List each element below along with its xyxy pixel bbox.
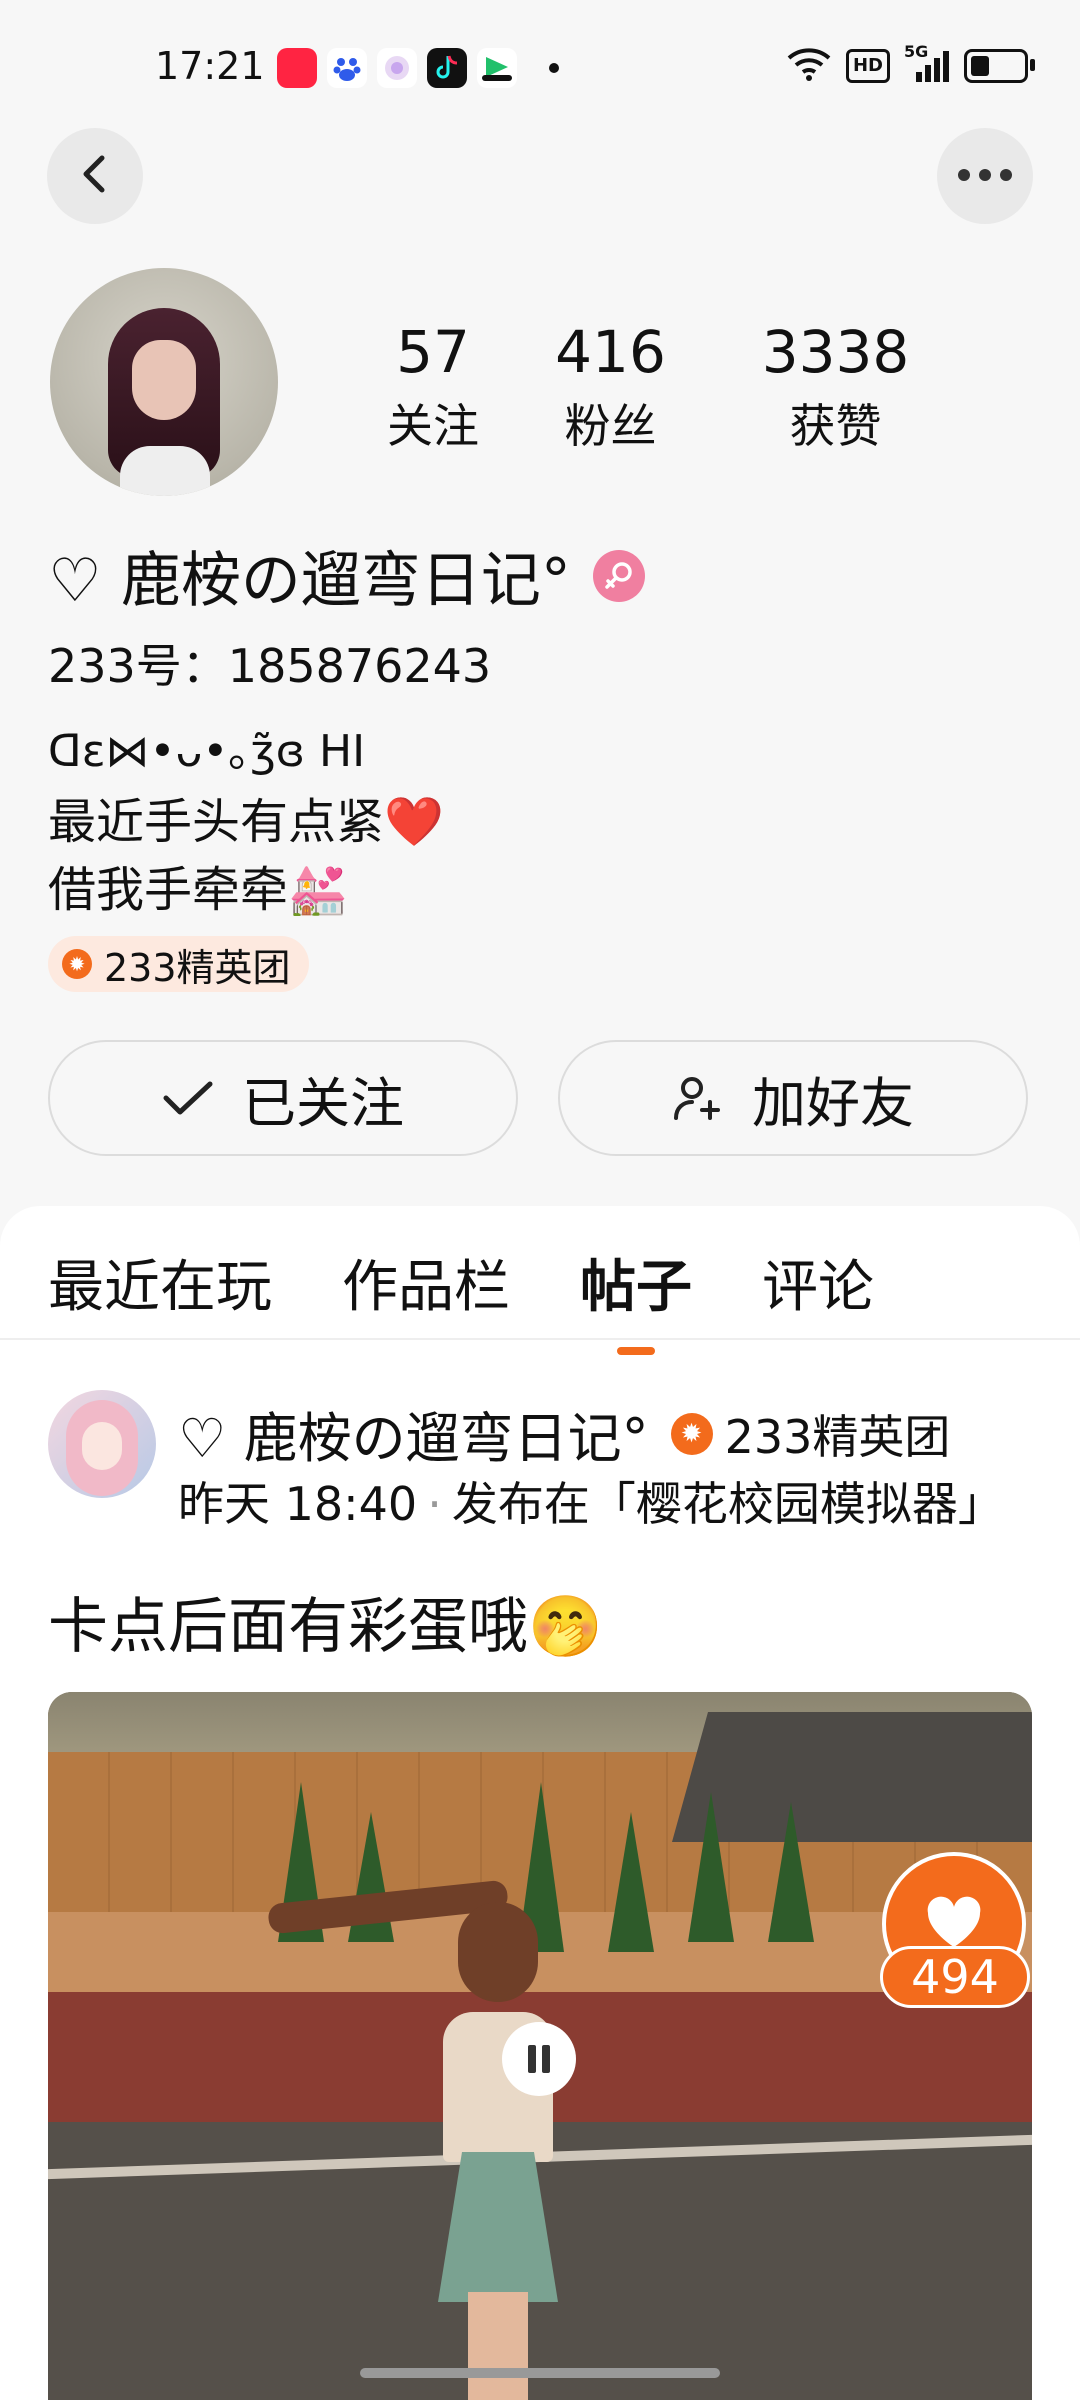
more-dots-icon [957, 167, 1013, 186]
heart-icon [924, 1895, 984, 1953]
video-app-icon [477, 48, 517, 88]
checkmark-icon [162, 1078, 214, 1118]
like-count: 494 [880, 1946, 1030, 2008]
battery-level [971, 56, 989, 76]
follow-label: 已关注 [242, 1071, 404, 1135]
system-icons: HD 5G [786, 42, 1035, 86]
home-indicator[interactable] [360, 2368, 720, 2378]
post-author: ♡ 鹿桉の遛弯日记° ✹ 233精英团 [178, 1394, 950, 1473]
stat-followers[interactable]: 416 粉丝 [498, 318, 723, 456]
post-author-avatar[interactable] [48, 1390, 156, 1498]
tab-posts[interactable]: 帖子 [580, 1242, 692, 1323]
profile-stats: 57 关注 416 粉丝 3338 获赞 [368, 318, 948, 456]
more-notifications-dot [549, 63, 559, 73]
pause-button[interactable] [502, 2022, 576, 2096]
profile-nickname: ♡ 鹿桉の遛弯日记° [48, 532, 645, 619]
pause-icon [525, 2045, 553, 2073]
bio-line: 借我手牵牵💒 [48, 862, 348, 918]
elite-group-tag[interactable]: ✹ 233精英团 [48, 936, 309, 992]
back-button[interactable] [47, 128, 143, 224]
wifi-icon [786, 46, 832, 86]
stat-label: 关注 [387, 399, 479, 453]
battery-icon [964, 49, 1035, 83]
post-video[interactable] [48, 1692, 1032, 2400]
tiktok-icon [427, 48, 467, 88]
elite-tag-label: 233精英团 [104, 945, 291, 990]
bio-line: 最近手头有点紧❤️ [48, 794, 444, 850]
followed-button[interactable]: 已关注 [48, 1040, 518, 1156]
more-options-button[interactable] [937, 128, 1033, 224]
baidu-icon [327, 48, 367, 88]
notification-icons [277, 48, 559, 88]
stat-value: 3338 [761, 318, 910, 386]
content-panel: 最近在玩 作品栏 帖子 评论 ♡ 鹿桉の遛弯日记° ✹ 233精英团 昨天 18… [0, 1206, 1080, 2400]
post-text[interactable]: 卡点后面有彩蛋哦🤭 [48, 1578, 603, 1665]
post-author-tag: ✹ 233精英团 [670, 1401, 951, 1467]
stat-value: 416 [555, 318, 666, 386]
signal-icon: 5G [904, 42, 950, 84]
tab-recently-played[interactable]: 最近在玩 [48, 1242, 272, 1323]
status-bar: 17:21 HD 5G [0, 0, 1080, 110]
bio-line: ᗡɛ⋈•ᴗ•｡ʒ̃ɞ HI [48, 726, 366, 777]
status-time: 17:21 [155, 44, 265, 88]
female-icon [592, 549, 645, 602]
tab-works[interactable]: 作品栏 [342, 1242, 510, 1323]
post-time: 昨天 18:40 [178, 1477, 418, 1531]
meta-separator: · [427, 1477, 442, 1531]
hd-badge: HD [845, 49, 890, 83]
nickname-text: ♡ 鹿桉の遛弯日记° [48, 546, 571, 616]
stat-likes[interactable]: 3338 获赞 [723, 318, 948, 456]
add-user-icon [672, 1072, 724, 1124]
xiaohongshu-icon [277, 48, 317, 88]
user-id: 233号：185876243 [48, 639, 492, 693]
app-icon [377, 48, 417, 88]
post-game-link[interactable]: 发布在「樱花校园模拟器」 [452, 1477, 1004, 1531]
elite-badge-icon: ✹ [670, 1412, 713, 1455]
network-type-label: 5G [904, 42, 929, 61]
profile-avatar[interactable] [50, 268, 278, 496]
tab-divider [0, 1338, 1080, 1340]
add-friend-button[interactable]: 加好友 [558, 1040, 1028, 1156]
post-author-name[interactable]: ♡ 鹿桉の遛弯日记° [178, 1394, 649, 1473]
stat-label: 粉丝 [564, 399, 657, 453]
post-meta: 昨天 18:40 · 发布在「樱花校园模拟器」 [178, 1468, 1004, 1534]
add-friend-label: 加好友 [752, 1071, 914, 1135]
post-author-tag-label: 233精英团 [724, 1409, 951, 1464]
tab-comments[interactable]: 评论 [762, 1242, 874, 1323]
elite-badge-icon: ✹ [62, 949, 92, 979]
stat-following[interactable]: 57 关注 [368, 318, 498, 456]
chevron-left-icon [78, 152, 112, 200]
stat-value: 57 [396, 318, 470, 386]
profile-tabs: 最近在玩 作品栏 帖子 评论 [48, 1242, 944, 1323]
stat-label: 获赞 [789, 399, 882, 453]
